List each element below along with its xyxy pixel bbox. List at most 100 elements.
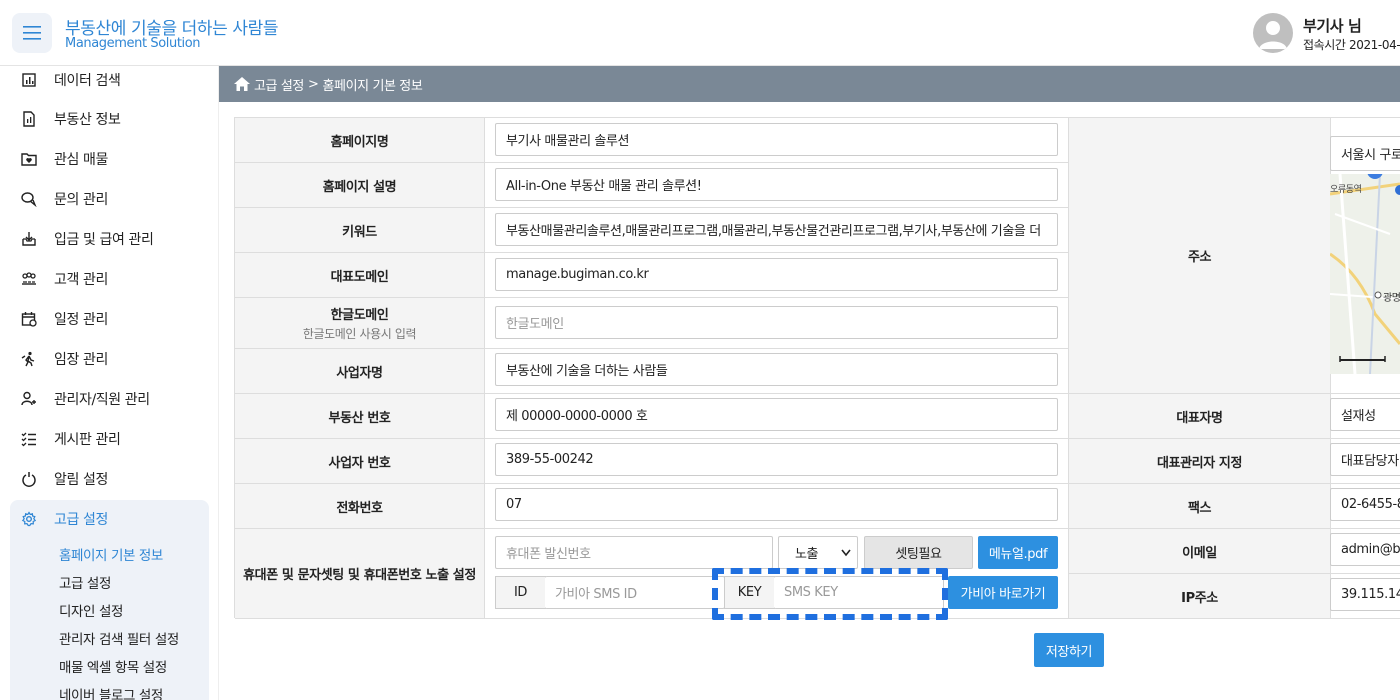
breadcrumb-level1[interactable]: 고급 설정 xyxy=(254,75,304,94)
breadcrumb-separator: > xyxy=(307,76,319,92)
address-input[interactable]: 서울시 구로 xyxy=(1330,136,1400,171)
sidebar-subitem-homepage-info[interactable]: 홈페이지 기본 정보 xyxy=(59,544,163,564)
sidebar-item-schedule[interactable]: 일정 관리 xyxy=(20,307,108,331)
save-button[interactable]: 저장하기 xyxy=(1034,633,1104,667)
ip-input[interactable]: 39.115.145 xyxy=(1330,578,1400,611)
setting-needed-button[interactable]: 셋팅필요 xyxy=(864,536,973,569)
domain-input[interactable]: manage.bugiman.co.kr xyxy=(495,258,1058,291)
sidebar-item-label: 알림 설정 xyxy=(54,472,108,488)
label-address: 주소 xyxy=(1069,118,1331,394)
sidebar-subitem-naver-blog[interactable]: 네이버 블로그 설정 xyxy=(59,684,163,700)
label-ip: IP주소 xyxy=(1069,574,1331,619)
sidebar-item-label: 입금 및 급여 관리 xyxy=(54,232,154,248)
ceo-input[interactable]: 설재성 xyxy=(1330,398,1400,431)
power-icon xyxy=(20,470,38,488)
label-realestate-no: 부동산 번호 xyxy=(235,394,485,439)
business-no-input[interactable]: 389-55-00242 xyxy=(495,443,1058,476)
sidebar-item-realestate-info[interactable]: 부동산 정보 xyxy=(20,107,121,131)
gabia-link-button[interactable]: 가비아 바로가기 xyxy=(948,576,1058,609)
label-homepage-desc: 홈페이지 설명 xyxy=(235,163,485,208)
sidebar-subitem-design[interactable]: 디자인 설정 xyxy=(59,600,123,620)
user-gear-icon xyxy=(20,390,38,408)
label-keywords: 키워드 xyxy=(235,208,485,253)
sidebar-item-notifications[interactable]: 알림 설정 xyxy=(20,467,108,491)
realestate-no-input[interactable]: 제 00000-0000-0000 호 xyxy=(495,398,1058,431)
heart-folder-icon xyxy=(20,150,38,168)
sidebar-item-advanced-settings[interactable]: 고급 설정 xyxy=(20,507,108,531)
sidebar-subitem-search-filter[interactable]: 관리자 검색 필터 설정 xyxy=(59,628,179,648)
user-avatar-icon xyxy=(1259,21,1287,49)
sidebar-item-label: 고객 관리 xyxy=(54,272,108,288)
sidebar-item-payment[interactable]: 입금 및 급여 관리 xyxy=(20,227,154,251)
sidebar-item-staff[interactable]: 관리자/직원 관리 xyxy=(20,387,150,411)
keywords-input[interactable]: 부동산매물관리솔루션,매물관리프로그램,매물관리,부동산물건관리프로그램,부기사… xyxy=(495,213,1058,246)
sidebar-item-inquiry[interactable]: 문의 관리 xyxy=(20,187,108,211)
admin-assign-select[interactable]: 대표담당자 xyxy=(1330,443,1400,476)
label-admin-assign: 대표관리자 지정 xyxy=(1069,439,1331,484)
brand-subtitle: Management Solution xyxy=(65,36,201,51)
sidebar-subitem-advanced[interactable]: 고급 설정 xyxy=(59,572,111,592)
label-company-name: 사업자명 xyxy=(235,349,485,394)
label-phone: 전화번호 xyxy=(235,484,485,529)
sidebar-item-board[interactable]: 게시판 관리 xyxy=(20,427,121,451)
sidebar-item-customers[interactable]: 고객 관리 xyxy=(20,267,108,291)
map-label-1: 오류동역 xyxy=(1330,185,1362,195)
label-homepage-name: 홈페이지명 xyxy=(235,118,485,163)
label-fax: 팩스 xyxy=(1069,484,1331,529)
manual-pdf-button[interactable]: 메뉴얼.pdf xyxy=(978,536,1058,569)
label-ceo: 대표자명 xyxy=(1069,394,1331,439)
sidebar-item-label: 관리자/직원 관리 xyxy=(54,392,150,408)
expose-select-value: 노출 xyxy=(795,547,819,562)
sidebar-item-favorites[interactable]: 관심 매물 xyxy=(20,147,108,171)
hamburger-menu-button[interactable] xyxy=(12,13,52,53)
email-input[interactable]: admin@bu xyxy=(1330,533,1400,566)
sidebar-item-label: 일정 관리 xyxy=(54,312,108,328)
login-time: 접속시간 2021-04-2 xyxy=(1303,38,1400,52)
map-graphic xyxy=(1330,174,1400,374)
homepage-desc-input[interactable]: All-in-One 부동산 매물 관리 솔루션! xyxy=(495,168,1058,201)
home-icon[interactable] xyxy=(234,77,250,91)
sidebar-item-label: 게시판 관리 xyxy=(54,432,121,448)
label-korean-domain: 한글도메인 한글도메인 사용시 입력 xyxy=(235,298,485,349)
avatar[interactable] xyxy=(1253,13,1293,53)
sms-key-input[interactable]: SMS KEY xyxy=(774,576,944,609)
gear-icon xyxy=(20,510,38,528)
fax-input[interactable]: 02-6455-80 xyxy=(1330,488,1400,521)
chat-icon xyxy=(20,190,38,208)
breadcrumb-level2: 홈페이지 기본 정보 xyxy=(322,78,423,94)
sidebar-item-data-search[interactable]: 데이터 검색 xyxy=(20,68,121,92)
sms-key-label: KEY xyxy=(724,576,775,609)
walk-icon xyxy=(20,350,38,368)
expose-select[interactable]: 노출 xyxy=(778,536,858,569)
top-header: 부동산에 기술을 더하는 사람들 Management Solution 부기사… xyxy=(0,0,1400,66)
menu-icon xyxy=(23,26,41,40)
sms-phone-input[interactable]: 휴대폰 발신번호 xyxy=(495,536,773,569)
sidebar-item-site-visit[interactable]: 임장 관리 xyxy=(20,347,108,371)
homepage-name-input[interactable]: 부기사 매물관리 솔루션 xyxy=(495,123,1058,156)
chevron-down-icon xyxy=(841,549,851,557)
sidebar-subitem-excel-fields[interactable]: 매물 엑셀 항목 설정 xyxy=(59,656,167,676)
label-email: 이메일 xyxy=(1069,529,1331,574)
user-name: 부기사 님 xyxy=(1303,17,1362,35)
sms-id-input[interactable]: 가비아 SMS ID xyxy=(545,576,725,609)
label-domain: 대표도메인 xyxy=(235,253,485,298)
sidebar-item-label: 임장 관리 xyxy=(54,352,108,368)
chart-icon xyxy=(20,71,38,89)
sidebar: 데이터 검색 부동산 정보 관심 매물 문의 관리 입금 및 급여 관리 고객 … xyxy=(0,66,219,700)
list-check-icon xyxy=(20,430,38,448)
inbox-icon xyxy=(20,230,38,248)
sidebar-item-label: 문의 관리 xyxy=(54,192,108,208)
korean-domain-input[interactable]: 한글도메인 xyxy=(495,306,1058,339)
map-label-2: 광명 xyxy=(1383,293,1400,304)
label-business-no: 사업자 번호 xyxy=(235,439,485,484)
sidebar-item-label: 관심 매물 xyxy=(54,152,108,168)
calendar-icon xyxy=(20,310,38,328)
phone-input[interactable]: 07 xyxy=(495,488,1058,521)
address-map[interactable]: 오류동역 광명 xyxy=(1330,174,1400,374)
sidebar-item-label: 부동산 정보 xyxy=(54,112,121,128)
sidebar-item-label: 고급 설정 xyxy=(54,512,108,528)
users-icon xyxy=(20,270,38,288)
company-name-input[interactable]: 부동산에 기술을 더하는 사람들 xyxy=(495,353,1058,386)
sidebar-item-label: 데이터 검색 xyxy=(54,73,121,89)
label-sms-settings: 휴대폰 및 문자셋팅 및 휴대폰번호 노출 설정 xyxy=(235,529,485,619)
